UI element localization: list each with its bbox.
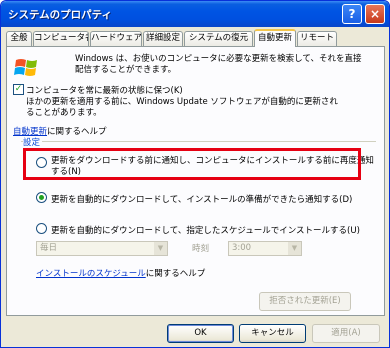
- option-auto-install-schedule-radio[interactable]: [36, 223, 47, 234]
- declined-updates-button[interactable]: 拒否された更新(E): [259, 292, 351, 311]
- ok-button[interactable]: OK: [167, 324, 234, 343]
- tab-advanced[interactable]: 詳細設定: [143, 31, 183, 46]
- schedule-time-value: 3:00: [232, 243, 252, 253]
- tab-computer-name[interactable]: コンピュータ名: [33, 31, 89, 46]
- tab-hardware[interactable]: ハードウェア: [90, 31, 142, 46]
- keep-updated-checkbox[interactable]: ✓: [13, 84, 24, 95]
- tab-automatic-updates[interactable]: 自動更新: [254, 29, 296, 47]
- chevron-down-icon: ▼: [154, 242, 167, 255]
- apply-button[interactable]: 適用(A): [312, 324, 380, 343]
- window-title: システムのプロパティ: [8, 9, 113, 21]
- keep-updated-note-line2: ることがあります。: [26, 108, 102, 118]
- highlight-box: [23, 148, 361, 180]
- settings-group-line: [21, 141, 376, 142]
- option-auto-download-notify-label[interactable]: 更新を自動的にダウンロードして、インストールの準備ができたら通知する(D): [51, 193, 352, 205]
- close-button[interactable]: ×: [365, 4, 385, 24]
- help-button[interactable]: ?: [342, 4, 362, 24]
- schedule-help: インストールのスケジュールに関するヘルプ: [36, 267, 205, 279]
- auto-update-help-rest: に関するヘルプ: [47, 127, 107, 137]
- schedule-day-select[interactable]: 毎日 ▼: [36, 241, 168, 256]
- cancel-button[interactable]: キャンセル: [239, 324, 306, 343]
- schedule-time-label: 時刻: [192, 244, 210, 254]
- schedule-help-link[interactable]: インストールのスケジュール: [36, 269, 146, 279]
- intro-text-line2: 配信することができます。: [75, 65, 177, 75]
- windows-logo-icon: [14, 59, 37, 76]
- chevron-down-icon: ▼: [288, 242, 301, 255]
- schedule-day-value: 毎日: [40, 243, 58, 253]
- settings-group-label: 設定: [23, 136, 43, 148]
- system-properties-window: システムのプロパティ ? × 全般 コンピュータ名 ハードウェア 詳細設定 シス…: [0, 0, 390, 348]
- title-bar[interactable]: システムのプロパティ ? ×: [1, 1, 389, 27]
- schedule-help-rest: に関するヘルプ: [145, 269, 206, 279]
- schedule-time-select[interactable]: 3:00 ▼: [228, 241, 302, 256]
- tab-remote[interactable]: リモート: [297, 31, 337, 46]
- tab-general[interactable]: 全般: [6, 31, 32, 46]
- option-auto-download-notify-radio[interactable]: [36, 192, 47, 203]
- option-auto-install-schedule-label[interactable]: 更新を自動的にダウンロードして、指定したスケジュールでインストールする(U): [51, 224, 360, 236]
- tab-system-restore[interactable]: システムの復元: [184, 31, 253, 46]
- tab-strip: 全般 コンピュータ名 ハードウェア 詳細設定 システムの復元 自動更新 リモート: [6, 29, 386, 47]
